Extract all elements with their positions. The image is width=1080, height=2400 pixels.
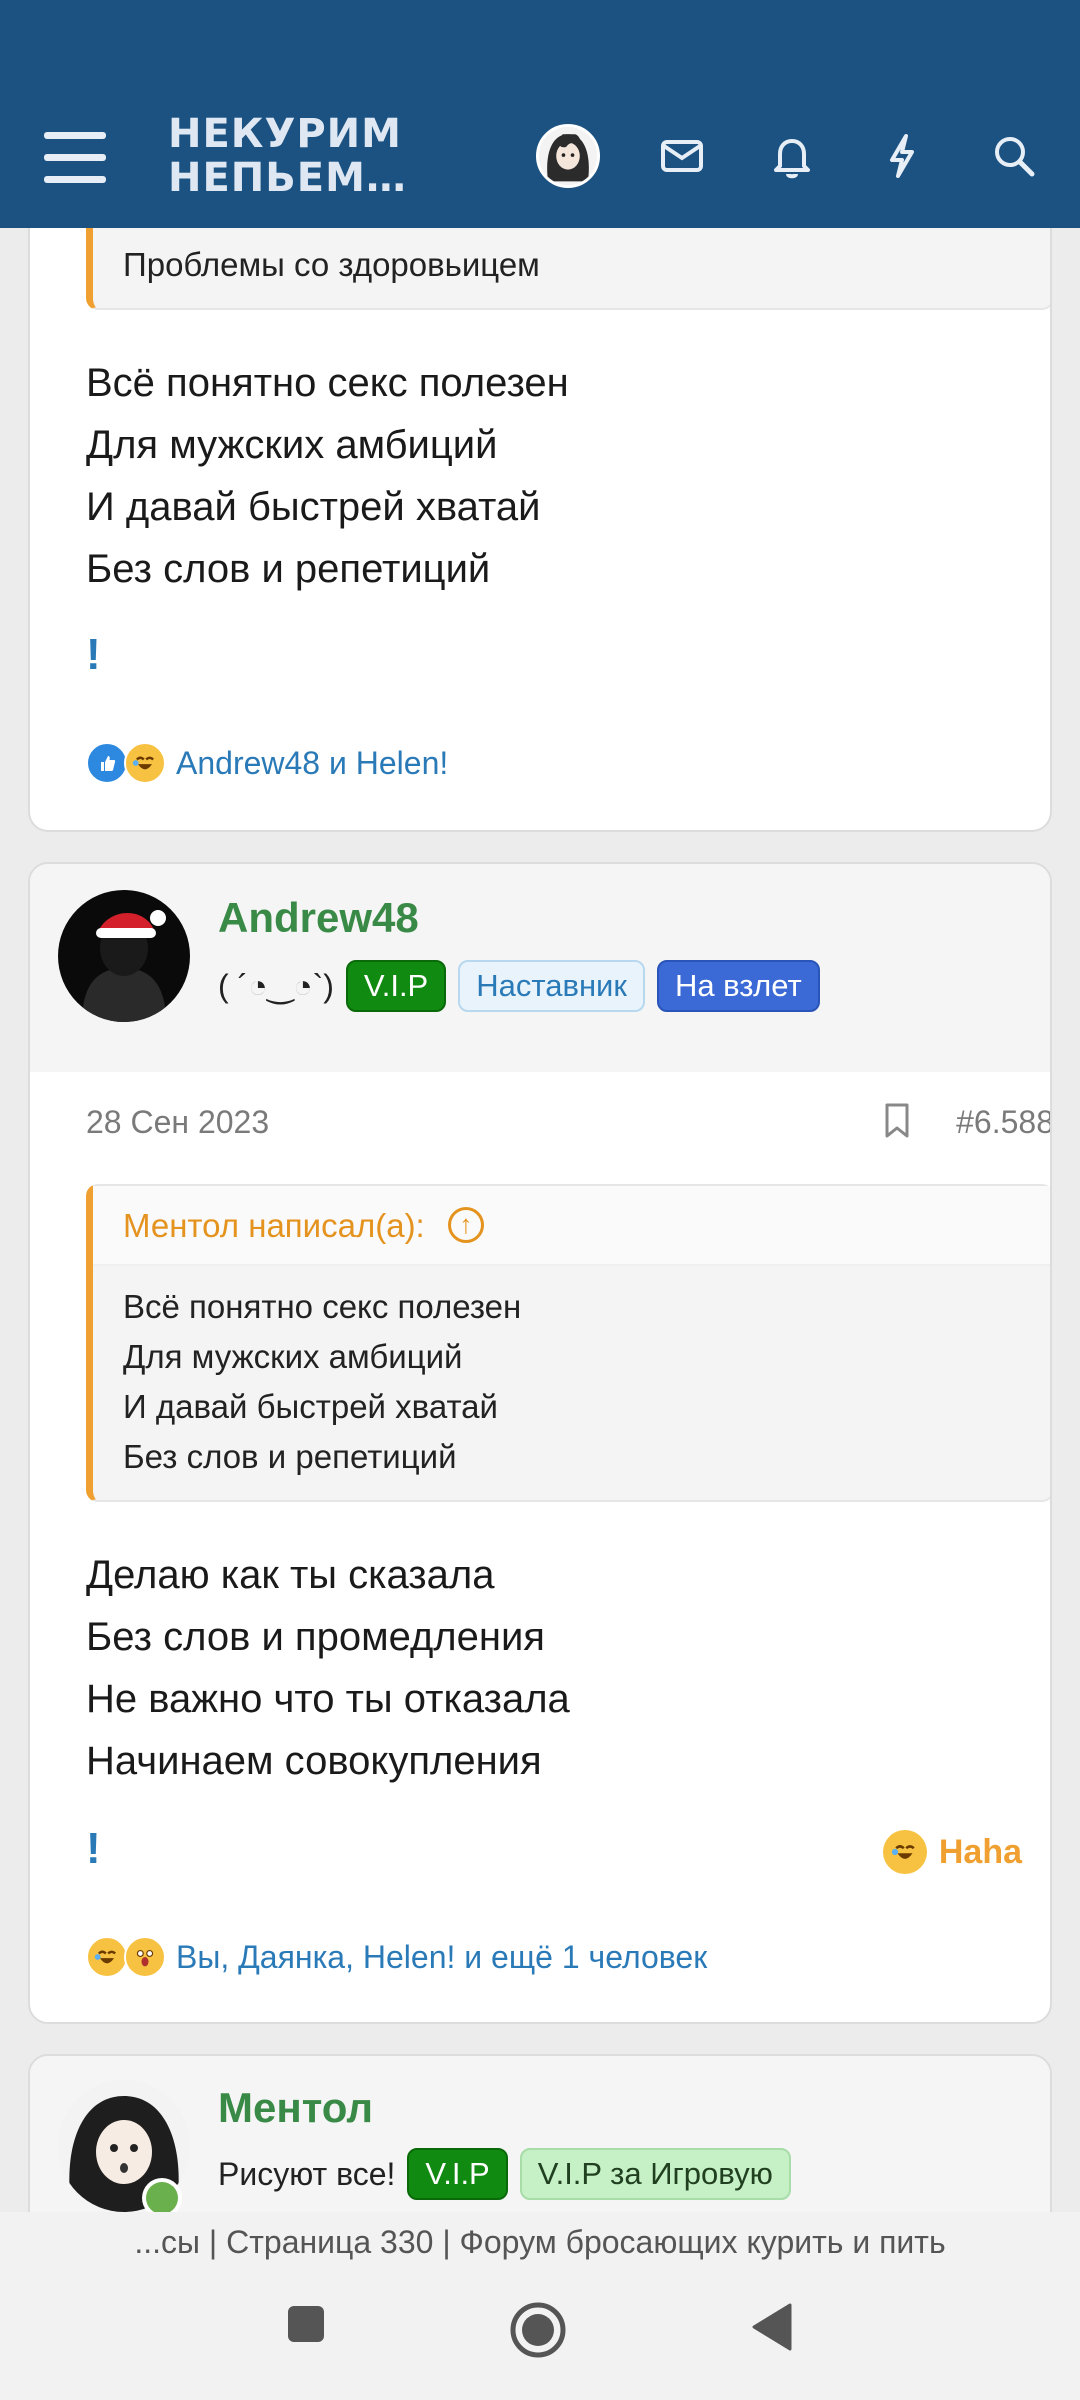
quote-author: Ментол написал(а): [123, 1207, 425, 1244]
quote-text: Проблемы со здоровьицем [123, 246, 540, 283]
user-avatar-button[interactable] [536, 124, 600, 188]
site-logo[interactable]: НЕКУРИМ НЕПЬЕМ… [168, 112, 407, 200]
badge-mentor: Наставник [458, 960, 645, 1012]
search-icon[interactable] [984, 126, 1044, 186]
reactions-bar[interactable]: Andrew48 и Helen! [86, 740, 448, 786]
haha-reaction-button[interactable]: Haha [882, 1830, 1022, 1874]
user-info: Andrew48 ( ´◔‿◔`) V.I.P Наставник На взл… [30, 864, 1050, 1072]
bookmark-icon[interactable] [882, 1102, 912, 1140]
bell-icon[interactable] [762, 126, 822, 186]
like-icon [86, 742, 128, 784]
reactions-text[interactable]: Вы, Даянка, Helen! и ещё 1 человек [176, 1939, 707, 1976]
user-status: ( ´◔‿◔`) [218, 968, 334, 1004]
badge-vip-game: V.I.P за Игровую [519, 2148, 791, 2200]
recent-apps-icon[interactable] [286, 2304, 326, 2349]
haha-label: Haha [938, 1832, 1022, 1871]
laugh-emoji-icon [882, 1830, 927, 1874]
laugh-emoji-icon [124, 742, 166, 784]
post-meta: 28 Сен 2023 #6.588 [86, 1102, 1050, 1141]
system-nav-bar [0, 2272, 1080, 2400]
reactions-bar[interactable]: Вы, Даянка, Helen! и ещё 1 человек [86, 1934, 707, 1980]
badge-vip: V.I.P [407, 2148, 508, 2200]
author-avatar[interactable] [58, 890, 190, 1022]
menu-icon[interactable] [44, 132, 106, 184]
quote-block: Ментол написал(а): ↑ Всё понятно секс по… [86, 1184, 1050, 1502]
post-number-link[interactable]: #6.588 [956, 1104, 1050, 1141]
top-app-bar: НЕКУРИМ НЕПЬЕМ… [0, 0, 1080, 228]
lightning-icon[interactable] [872, 126, 932, 186]
quote-text: Всё понятно секс полезен Для мужских амб… [123, 1288, 522, 1475]
post-card: Проблемы со здоровьицем Всё понятно секс… [28, 180, 1052, 832]
user-badges: Рисуют все! V.I.P V.I.P за Игровую [218, 2148, 803, 2200]
post-date[interactable]: 28 Сен 2023 [86, 1104, 269, 1140]
laugh-emoji-icon [86, 1936, 128, 1978]
badge-vip: V.I.P [345, 960, 447, 1012]
author-username[interactable]: Andrew48 [218, 894, 419, 942]
back-icon[interactable] [750, 2302, 792, 2357]
arrow-up-circle-icon[interactable]: ↑ [447, 1207, 484, 1244]
post-body: Всё понятно секс полезен Для мужских амб… [86, 361, 569, 591]
badge-rise: На взлет [656, 960, 820, 1012]
logo-line-1: НЕКУРИМ [168, 111, 402, 157]
user-status: Рисуют все! [218, 2155, 396, 2192]
exclamation-icon: ! [86, 1824, 101, 1873]
inbox-icon[interactable] [652, 126, 712, 186]
browser-url-bar[interactable]: ...сы | Страница 330 | Форум бросающих к… [0, 2212, 1080, 2272]
post-body: Делаю как ты сказала Без слов и промедле… [86, 1553, 570, 1783]
reactions-text[interactable]: Andrew48 и Helen! [176, 745, 448, 782]
exclamation-icon: ! [86, 630, 101, 679]
post-card: Andrew48 ( ´◔‿◔`) V.I.P Наставник На взл… [28, 862, 1052, 2024]
quote-header[interactable]: Ментол написал(а): ↑ [93, 1186, 1050, 1266]
wow-emoji-icon [124, 1936, 166, 1978]
logo-line-2: НЕПЬЕМ… [168, 155, 407, 201]
user-badges: ( ´◔‿◔`) V.I.P Наставник На взлет [218, 960, 832, 1012]
home-icon[interactable] [508, 2300, 568, 2365]
author-username[interactable]: Ментол [218, 2084, 373, 2132]
